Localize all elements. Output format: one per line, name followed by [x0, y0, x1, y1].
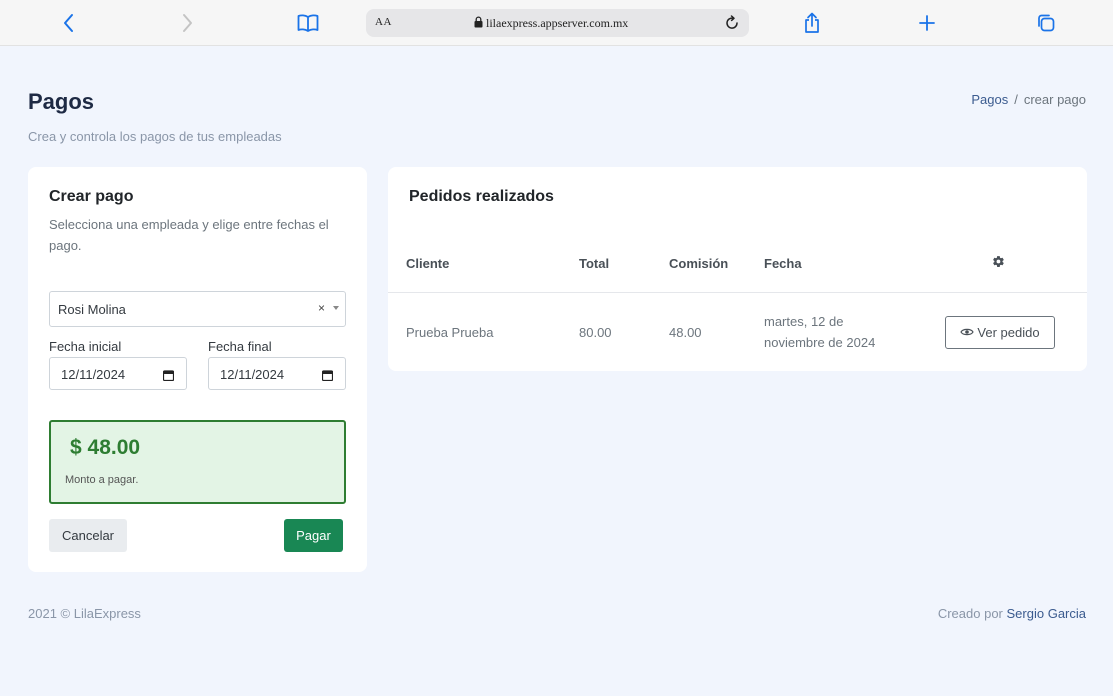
view-order-label: Ver pedido: [977, 325, 1040, 340]
reload-icon[interactable]: [721, 12, 743, 34]
amount-label: Monto a pagar.: [65, 474, 139, 486]
footer-credit: Creado por Sergio Garcia: [938, 606, 1086, 621]
text-size-button[interactable]: AA: [375, 16, 392, 28]
start-date-label: Fecha inicial: [49, 339, 122, 354]
cell-date: martes, 12 de noviembre de 2024: [764, 311, 875, 353]
footer-author-link[interactable]: Sergio Garcia: [1007, 606, 1086, 621]
bookmarks-icon[interactable]: [293, 8, 323, 38]
cell-date-line2: noviembre de 2024: [764, 335, 876, 350]
new-tab-icon[interactable]: [912, 8, 942, 38]
lock-icon: [474, 16, 483, 32]
page-subtitle: Crea y controla los pagos de tus emplead…: [28, 129, 282, 144]
footer-credit-prefix: Creado por: [937, 606, 1003, 621]
end-date-value: 12/11/2024: [220, 367, 285, 382]
back-icon[interactable]: [54, 8, 84, 38]
end-date-input[interactable]: 12/11/2024: [208, 357, 346, 390]
amount-value: $ 48.00: [70, 436, 141, 459]
create-payment-title: Crear pago: [49, 188, 134, 205]
cell-date-line1: martes, 12 de: [764, 314, 844, 329]
browser-toolbar: AA lilaexpress.appserver.com.mx: [0, 0, 1113, 46]
orders-title: Pedidos realizados: [409, 188, 554, 205]
start-date-value: 12/11/2024: [61, 367, 126, 382]
cell-total: 80.00: [579, 325, 612, 340]
end-date-label: Fecha final: [208, 339, 272, 354]
gear-icon: [992, 255, 1005, 271]
column-header-client: Cliente: [406, 256, 450, 271]
calendar-icon[interactable]: [321, 368, 334, 386]
cancel-button[interactable]: Cancelar: [49, 519, 127, 552]
create-payment-description: Selecciona una empleada y elige entre fe…: [49, 217, 329, 253]
breadcrumb-separator: /: [1014, 92, 1018, 107]
address-bar[interactable]: AA lilaexpress.appserver.com.mx: [366, 9, 749, 37]
column-header-total: Total: [579, 256, 610, 271]
cell-commission: 48.00: [669, 325, 702, 340]
column-header-date: Fecha: [764, 256, 802, 271]
share-icon[interactable]: [797, 8, 827, 38]
cell-client: Prueba Prueba: [406, 325, 494, 340]
view-order-button[interactable]: Ver pedido: [945, 316, 1055, 349]
clear-icon[interactable]: ×: [318, 301, 325, 315]
eye-icon: [960, 325, 975, 340]
url-text: lilaexpress.appserver.com.mx: [486, 16, 629, 30]
breadcrumb-current: crear pago: [1023, 92, 1086, 107]
employee-select-value: Rosi Molina: [58, 302, 126, 317]
amount-summary: $ 48.00 Monto a pagar.: [49, 420, 346, 504]
start-date-input[interactable]: 12/11/2024: [49, 357, 187, 390]
forward-icon[interactable]: [172, 8, 202, 38]
orders-card: Pedidos realizados Cliente Total Comisió…: [388, 167, 1087, 371]
page-title: Pagos: [28, 89, 95, 114]
calendar-icon[interactable]: [162, 368, 175, 386]
tabs-icon[interactable]: [1031, 8, 1061, 38]
breadcrumb-link-pagos[interactable]: Pagos: [971, 92, 1008, 107]
chevron-down-icon[interactable]: [333, 306, 339, 310]
table-divider: [388, 292, 1087, 293]
create-payment-card: Crear pago Selecciona una empleada y eli…: [28, 167, 367, 572]
pay-button[interactable]: Pagar: [284, 519, 343, 552]
breadcrumb: Pagos / crear pago: [971, 92, 1086, 107]
footer-copyright: 2021 © LilaExpress: [28, 606, 141, 621]
column-header-commission: Comisión: [669, 256, 729, 271]
employee-select[interactable]: Rosi Molina ×: [49, 291, 346, 327]
